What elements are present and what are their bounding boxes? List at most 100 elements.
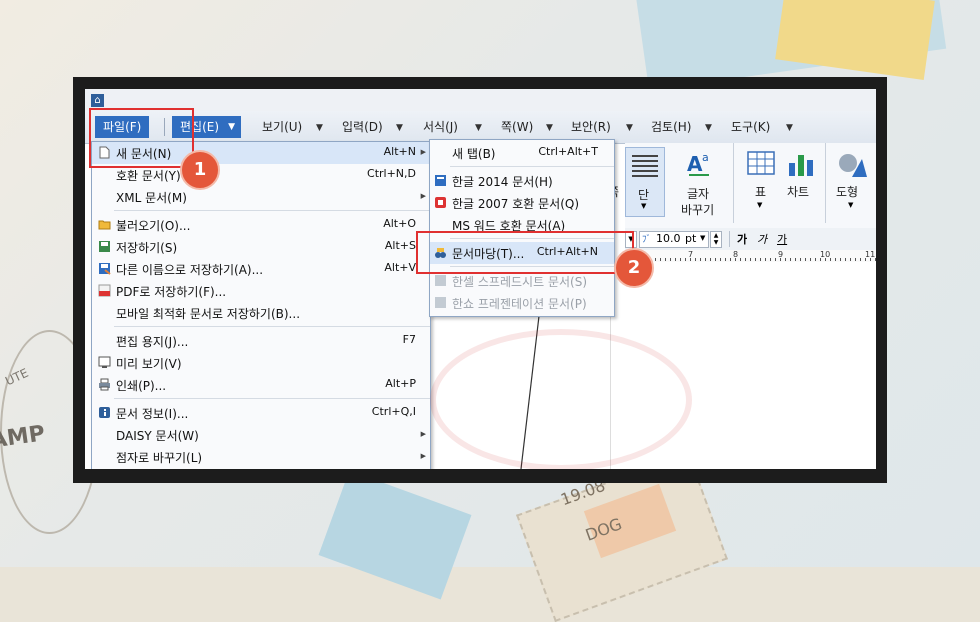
file-menu-save-as[interactable]: 다른 이름으로 저장하기(A)... Alt+V — [92, 258, 430, 280]
file-menu-save-as-label: 다른 이름으로 저장하기(A)... — [116, 263, 264, 277]
menu-view[interactable]: 보기(U) — [262, 116, 302, 138]
submenu-new-tab-label: 새 탭(B) — [452, 147, 496, 161]
ruler-mark: 11 — [865, 250, 876, 259]
chevron-down-icon[interactable]: ▼ — [705, 117, 712, 139]
file-menu-braille[interactable]: 점자로 바꾸기(L) ▶ — [92, 446, 430, 468]
file-menu-open-shortcut: Alt+O — [383, 217, 416, 230]
char-change-label-2: 바꾸기 — [681, 203, 715, 217]
shape-button[interactable]: 도형 ▼ — [832, 147, 872, 217]
file-menu-save-shortcut: Alt+S — [384, 239, 416, 252]
submenu-hangul2014-label: 한글 2014 문서(H) — [452, 175, 553, 189]
bold-button[interactable]: 가 — [737, 231, 747, 247]
file-menu-doc-info-shortcut: Ctrl+Q,I — [371, 405, 416, 418]
file-menu-page-setup[interactable]: 편집 용지(J)... F7 — [92, 330, 430, 352]
chevron-down-icon[interactable]: ▼ — [396, 117, 403, 139]
menu-format[interactable]: 서식(J) — [423, 116, 458, 138]
file-menu-open[interactable]: 불러오기(O)... Alt+O — [92, 214, 430, 236]
menu-security[interactable]: 보안(R) — [571, 116, 611, 138]
file-menu-daisy[interactable]: DAISY 문서(W) ▶ — [92, 424, 430, 446]
shape-label: 도형 — [836, 185, 859, 199]
chevron-down-icon[interactable]: ▼ — [546, 117, 553, 139]
char-change-icon: A a — [687, 151, 709, 176]
file-menu-preview[interactable]: 미리 보기(V) — [92, 352, 430, 374]
menu-separator — [114, 398, 430, 399]
file-menu-save-label: 저장하기(S) — [116, 241, 178, 255]
submenu-hanshow[interactable]: 한쇼 프레젠테이션 문서(P) — [430, 292, 614, 314]
italic-button[interactable]: 가 — [757, 231, 767, 247]
menu-page[interactable]: 쪽(W) — [501, 116, 533, 138]
file-menu-dropdown: 새 문서(N) Alt+N ▶ 호환 문서(Y) Ctrl+N,D XML 문서… — [91, 141, 431, 469]
file-menu-xml-label: XML 문서(M) — [116, 191, 187, 205]
font-size-icon: ﾌﾞ — [642, 235, 652, 245]
chart-label: 차트 — [787, 185, 810, 199]
ruler-ticks — [625, 258, 876, 261]
chart-button[interactable]: 차트 — [783, 147, 819, 217]
table-button[interactable]: 표 ▼ — [743, 147, 779, 217]
font-size-field[interactable]: ﾌﾞ 10.0 pt ▼ — [639, 231, 709, 248]
file-menu-open-label: 불러오기(O)... — [116, 219, 191, 233]
menu-separator — [114, 326, 430, 327]
hancell-icon — [435, 275, 446, 286]
app-window: ⌂ 파일(F) 편집(E) ▼ 보기(U) ▼ 입력(D) ▼ 서식(J) ▼ … — [85, 89, 876, 469]
char-change-button[interactable]: A a 글자 바꾸기 — [675, 147, 725, 217]
preview-icon — [98, 356, 111, 368]
chevron-right-icon: ▶ — [420, 452, 426, 460]
column-button[interactable]: 단 ▼ — [625, 147, 665, 217]
chevron-right-icon: ▶ — [420, 192, 426, 200]
font-size-value: 10.0 — [656, 232, 681, 245]
font-size-stepper[interactable]: ▲ ▼ — [710, 231, 722, 248]
file-menu-print-shortcut: Alt+P — [385, 377, 416, 390]
file-menu-compat-shortcut: Ctrl+N,D — [367, 167, 416, 180]
file-menu-xml[interactable]: XML 문서(M) ▶ — [92, 186, 430, 208]
submenu-hangul2007[interactable]: 한글 2007 호환 문서(Q) — [430, 192, 614, 214]
svg-text:A: A — [687, 152, 703, 176]
underline-button[interactable]: 가 — [777, 231, 787, 247]
svg-text:a: a — [702, 151, 709, 164]
ribbon-toolbar: 쪽 단 ▼ A a 글자 바꾸기 — [605, 143, 876, 229]
format-separator — [729, 231, 730, 247]
unit-label: pt — [685, 232, 697, 245]
file-menu-save-pdf[interactable]: PDF로 저장하기(F)... — [92, 280, 430, 302]
column-icon — [632, 155, 658, 177]
chevron-down-icon[interactable]: ▼ — [786, 117, 793, 139]
table-icon — [747, 151, 775, 175]
highlight-box-step2 — [416, 231, 634, 274]
chevron-down-icon[interactable]: ▼ — [316, 117, 323, 139]
file-menu-print[interactable]: 인쇄(P)... Alt+P — [92, 374, 430, 396]
save-icon — [99, 241, 110, 252]
chevron-down-icon: ▼ — [228, 122, 236, 132]
ruler-mark: 7 — [688, 250, 694, 259]
chevron-down-icon: ▼ — [700, 234, 706, 242]
folder-icon — [98, 220, 111, 230]
submenu-hanshow-label: 한쇼 프레젠테이션 문서(P) — [452, 297, 587, 311]
file-menu-print-label: 인쇄(P)... — [116, 379, 167, 393]
menu-input[interactable]: 입력(D) — [342, 116, 383, 138]
new-document-submenu: 새 탭(B) Ctrl+Alt+T 한글 2014 문서(H) 한글 2007 … — [429, 139, 615, 317]
menu-separator — [450, 166, 614, 167]
info-icon — [99, 407, 110, 418]
hangul-doc-icon — [435, 175, 446, 186]
menu-review[interactable]: 검토(H) — [651, 116, 691, 138]
file-menu-doc-info[interactable]: 문서 정보(I)... Ctrl+Q,I — [92, 402, 430, 424]
submenu-new-tab-shortcut: Ctrl+Alt+T — [538, 145, 598, 158]
submenu-hangul2014[interactable]: 한글 2014 문서(H) — [430, 170, 614, 192]
hanshow-icon — [435, 297, 446, 308]
toolbar-separator — [825, 143, 826, 223]
file-menu-save-mobile-label: 모바일 최적화 문서로 저장하기(B)... — [116, 307, 301, 321]
submenu-hangul2007-label: 한글 2007 호환 문서(Q) — [452, 197, 580, 211]
file-menu-save-mobile[interactable]: 모바일 최적화 문서로 저장하기(B)... — [92, 302, 430, 324]
chevron-right-icon: ▶ — [420, 148, 426, 156]
chevron-down-icon: ▼ — [641, 202, 647, 210]
column-label: 단 — [638, 188, 650, 202]
file-menu-doc-info-label: 문서 정보(I)... — [116, 407, 189, 421]
file-menu-page-setup-label: 편집 용지(J)... — [116, 335, 189, 349]
file-menu-save[interactable]: 저장하기(S) Alt+S — [92, 236, 430, 258]
chevron-down-icon[interactable]: ▼ — [626, 117, 633, 139]
highlight-box-step1 — [89, 108, 194, 168]
submenu-new-tab[interactable]: 새 탭(B) Ctrl+Alt+T — [430, 142, 614, 164]
chevron-down-icon[interactable]: ▼ — [475, 117, 482, 139]
file-menu-preview-label: 미리 보기(V) — [116, 357, 182, 371]
menu-tools[interactable]: 도구(K) — [731, 116, 770, 138]
chevron-down-icon: ▼ — [848, 201, 854, 209]
title-bar: ⌂ — [85, 89, 876, 111]
